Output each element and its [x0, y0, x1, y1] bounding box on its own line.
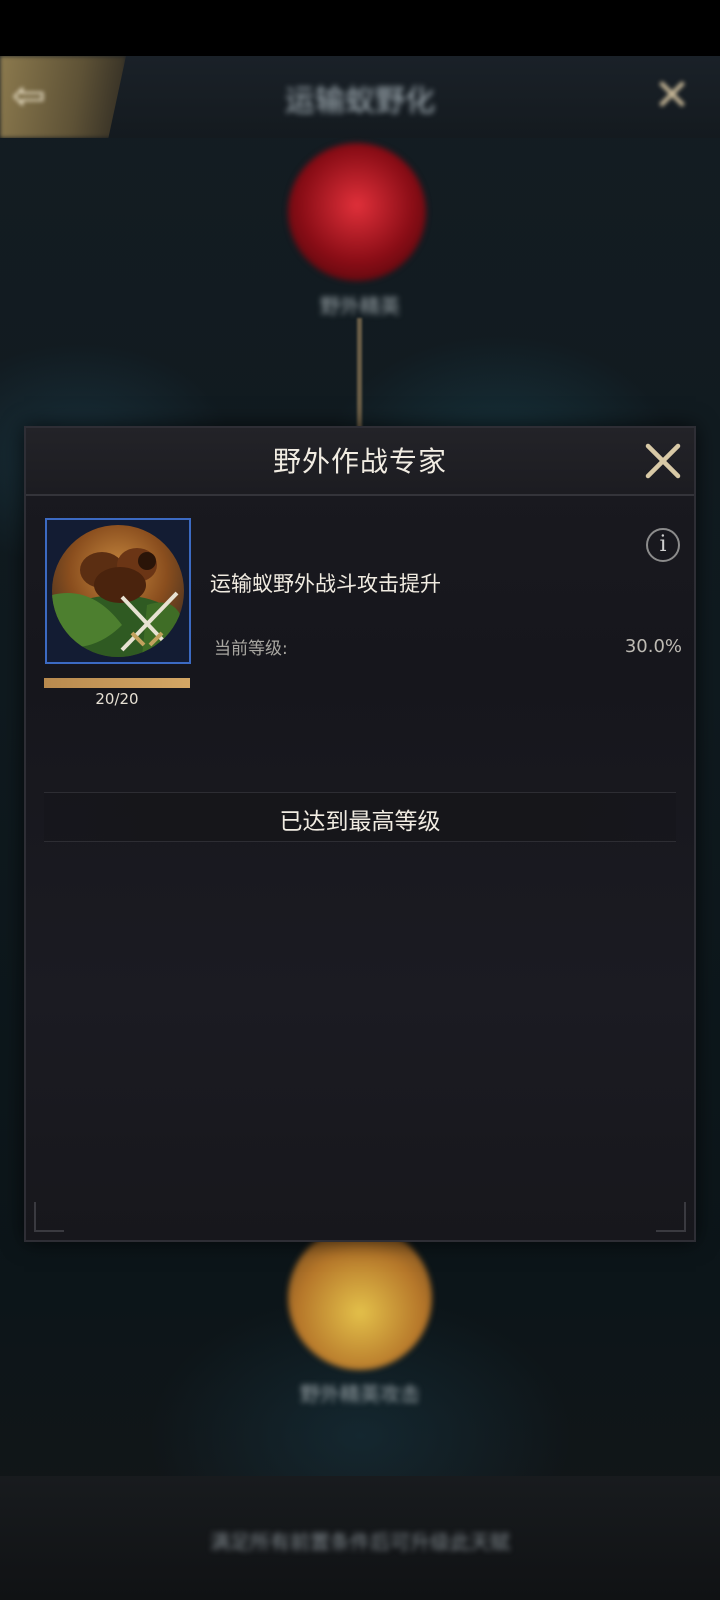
status-bar [0, 0, 720, 56]
talent-node-top[interactable] [288, 143, 426, 281]
dialog-header: 野外作战专家 [26, 428, 694, 496]
dialog-title: 野外作战专家 [272, 445, 447, 478]
decor-corner-right [656, 1202, 686, 1232]
info-icon[interactable]: i [646, 528, 680, 562]
skill-progress-fill [44, 678, 190, 688]
max-level-banner: 已达到最高等级 [44, 792, 676, 842]
talent-node-bottom[interactable] [288, 1226, 432, 1370]
skill-icon-frame [45, 518, 191, 664]
background-close-icon[interactable]: ✕ [650, 74, 694, 118]
skill-progress-bar [44, 678, 190, 688]
talent-node-bottom-label: 野外精英攻击 [300, 1382, 420, 1406]
talent-connector-line [357, 318, 362, 428]
max-level-text: 已达到最高等级 [279, 809, 441, 835]
background-title: 运输蚁野化 [285, 84, 435, 119]
ant-crossed-swords-icon [52, 525, 184, 657]
decor-corner-left [34, 1202, 64, 1232]
background-footer-text: 满足所有前置条件后可升级此天赋 [210, 1530, 510, 1554]
current-level-value: 30.0% [624, 636, 682, 657]
close-icon[interactable] [642, 440, 684, 482]
talent-node-top-label: 野外精英 [320, 294, 400, 318]
skill-description: 运输蚁野外战斗攻击提升 [210, 572, 441, 596]
talent-detail-dialog: 野外作战专家 i 20/20 运输蚁野外战斗攻击提升 当前等级: 30.0% 已… [24, 426, 696, 1242]
current-level-label: 当前等级: [214, 639, 288, 659]
skill-progress-text: 20/20 [95, 690, 139, 708]
